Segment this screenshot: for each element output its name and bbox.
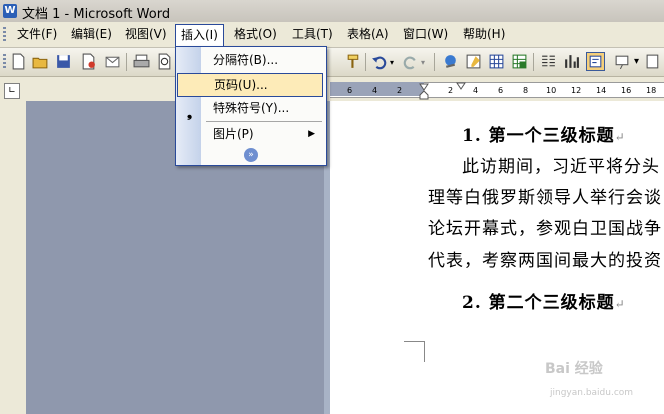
ruler-number: 6 [498,86,504,95]
insert-menu-dropdown: 分隔符(B)... 页码(U)... ❟ 特殊符号(Y)... 图片(P) ▶ » [175,46,327,166]
menu-separator [206,121,322,122]
menu-item-special-symbols[interactable]: ❟ 特殊符号(Y)... [177,97,323,121]
new-document-icon[interactable] [10,53,27,70]
standard-toolbar: ▾ ▾ ▾ [0,48,664,77]
symbol-icon: ❟ [187,106,193,121]
hanging-indent-icon[interactable] [419,90,429,100]
menu-bar: 文件(F) 编辑(E) 视图(V) 插入(I) 格式(O) 工具(T) 表格(A… [0,22,664,48]
menu-window[interactable]: 窗口(W) [398,25,453,44]
menu-tools[interactable]: 工具(T) [287,25,338,44]
show-hide-marks-icon[interactable] [614,53,631,70]
redo-icon[interactable] [402,53,419,70]
page-corner-mark [404,341,425,362]
menu-view[interactable]: 视图(V) [120,25,172,44]
toolbar-separator [126,53,127,71]
document-map-icon[interactable] [586,52,605,71]
body-line: 此访期间，习近平将分头 [462,157,660,177]
print-icon[interactable] [133,53,150,70]
zoom-icon[interactable] [645,53,662,70]
heading-2: 2. 第二个三级标题↵ [462,293,626,313]
hyperlink-icon[interactable] [442,53,459,70]
drawing-icon[interactable] [563,53,580,70]
menu-edit[interactable]: 编辑(E) [66,25,117,44]
watermark-url: jingyan.baidu.com [550,388,634,398]
redo-dropdown-icon[interactable]: ▾ [421,58,425,67]
ruler-number: 8 [523,86,529,95]
print-preview-icon[interactable] [156,53,173,70]
permission-icon[interactable] [80,53,97,70]
email-icon[interactable] [104,53,121,70]
body-line: 理等白俄罗斯领导人举行会谈 [428,188,662,208]
menu-table[interactable]: 表格(A) [342,25,394,44]
window-title: 文档 1 - Microsoft Word [22,7,171,22]
menu-file[interactable]: 文件(F) [12,25,62,44]
format-painter-icon[interactable] [345,53,362,70]
ruler-number: 2 [448,86,454,95]
heading-1: 1. 第一个三级标题↵ [462,126,626,146]
ruler-number: 4 [473,86,479,95]
tables-borders-icon[interactable] [465,53,482,70]
open-folder-icon[interactable] [32,53,49,70]
menu-insert[interactable]: 插入(I) [175,24,224,46]
vertical-ruler[interactable] [0,101,27,414]
insert-table-icon[interactable] [488,53,505,70]
menu-format[interactable]: 格式(O) [229,25,282,44]
ruler-number: 10 [546,86,557,95]
save-icon[interactable] [55,53,72,70]
first-line-indent-icon[interactable] [456,82,466,90]
menu-help[interactable]: 帮助(H) [458,25,510,44]
word-icon[interactable]: W [3,4,17,18]
toolbar-separator [533,53,534,71]
toolbar-grip-icon[interactable] [3,54,6,69]
tab-stop-selector[interactable]: ∟ [4,83,20,99]
ruler-number: 14 [596,86,607,95]
toolbar-options-icon[interactable]: ▾ [634,56,639,67]
body-line: 代表，考察两国间最大的投资 [428,251,662,271]
body-line: 论坛开幕式，参观白卫国战争 [428,219,662,239]
submenu-arrow-icon: ▶ [308,129,315,139]
columns-icon[interactable] [540,53,557,70]
menu-item-page-numbers[interactable]: 页码(U)... [177,73,323,97]
undo-dropdown-icon[interactable]: ▾ [390,58,394,67]
menubar-grip-icon[interactable] [3,27,6,42]
document-page[interactable]: ⋯⋯⋯⋯⋯⋯⋯ 1. 第一个三级标题↵ 此访期间，习近平将分头 理等白俄罗斯领导… [330,101,664,414]
ruler-number: 4 [372,86,378,95]
ruler-number: 16 [621,86,632,95]
toolbar-separator [434,53,435,71]
watermark-logo: Bai 经验 [545,361,603,377]
toolbar-separator [365,53,366,71]
expand-chevrons-icon[interactable]: » [244,148,258,162]
ruler-number: 2 [397,86,403,95]
insert-excel-icon[interactable] [511,53,528,70]
ruler-number: 6 [347,86,353,95]
title-bar: W 文档 1 - Microsoft Word [0,0,664,22]
ruler-number: 18 [646,86,657,95]
undo-icon[interactable] [371,53,388,70]
menu-item-picture[interactable]: 图片(P) ▶ [177,123,323,145]
ruler-number: 12 [571,86,582,95]
menu-item-break[interactable]: 分隔符(B)... [177,49,323,71]
